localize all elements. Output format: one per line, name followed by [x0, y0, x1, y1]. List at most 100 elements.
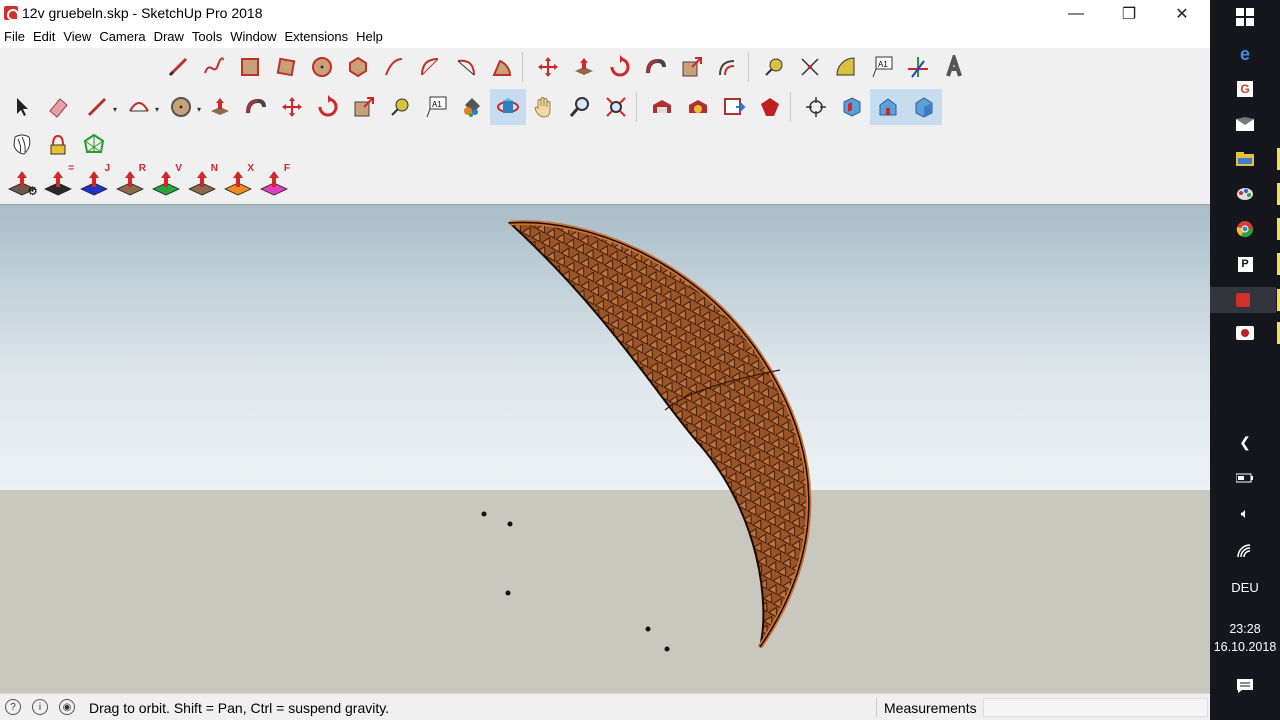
- measurements-label: Measurements: [884, 700, 977, 716]
- volume-icon[interactable]: 🔈︎: [1235, 503, 1255, 523]
- menu-window[interactable]: Window: [230, 28, 280, 48]
- menu-camera[interactable]: Camera: [99, 28, 149, 48]
- scale-icon[interactable]: [346, 89, 382, 125]
- pan-icon[interactable]: [526, 89, 562, 125]
- sandbox-smoove-icon[interactable]: [4, 127, 40, 163]
- toolbar-separator: [748, 52, 754, 82]
- jpp-round-icon[interactable]: R: [112, 163, 148, 200]
- jpp-thicken-icon[interactable]: ⚙: [4, 164, 40, 200]
- right-view-icon[interactable]: [906, 89, 942, 125]
- jpp-normal-icon[interactable]: V: [148, 163, 184, 200]
- shell-model[interactable]: [0, 205, 1210, 693]
- scale-icon[interactable]: [674, 49, 710, 85]
- geo-location-icon[interactable]: ?: [5, 699, 21, 715]
- three-point-arc-icon[interactable]: [448, 49, 484, 85]
- sandbox-drape-icon[interactable]: [76, 127, 112, 163]
- jpp-extrude-icon[interactable]: N: [184, 163, 220, 200]
- pie-icon[interactable]: [484, 49, 520, 85]
- zoom-icon[interactable]: [562, 89, 598, 125]
- pushpull-icon[interactable]: [202, 89, 238, 125]
- move-icon[interactable]: [274, 89, 310, 125]
- iso-view-icon[interactable]: [834, 89, 870, 125]
- chrome-browser-icon[interactable]: [1235, 219, 1255, 239]
- minimize-button[interactable]: —: [1050, 0, 1102, 28]
- credits-icon[interactable]: i: [32, 699, 48, 715]
- close-button[interactable]: ✕: [1156, 0, 1208, 28]
- rotate-icon[interactable]: [310, 89, 346, 125]
- title-bar: 12v gruebeln.skp - SketchUp Pro 2018 — ❐…: [0, 0, 1210, 28]
- screen-recorder-icon[interactable]: P: [1235, 254, 1255, 274]
- offset-icon[interactable]: [710, 49, 746, 85]
- clock-time[interactable]: 23:28: [1210, 622, 1280, 636]
- camera-app-icon[interactable]: [1235, 323, 1255, 343]
- pushpull-icon[interactable]: [566, 49, 602, 85]
- zoom-extents-icon[interactable]: [598, 89, 634, 125]
- pencil-icon[interactable]: [160, 49, 196, 85]
- eraser-icon[interactable]: [40, 89, 76, 125]
- modeling-viewport[interactable]: [0, 204, 1210, 693]
- user-account-icon[interactable]: ◉: [59, 699, 75, 715]
- action-center-icon[interactable]: [1235, 676, 1255, 696]
- input-language[interactable]: DEU: [1210, 580, 1280, 595]
- select-icon[interactable]: [4, 89, 40, 125]
- followme-icon[interactable]: [238, 89, 274, 125]
- jpp-undo-icon[interactable]: X: [220, 163, 256, 200]
- orbit-icon[interactable]: [490, 89, 526, 125]
- polygon-icon[interactable]: [340, 49, 376, 85]
- extension-manager-icon[interactable]: [752, 89, 788, 125]
- arc-icon[interactable]: [376, 49, 412, 85]
- circle-icon[interactable]: [304, 49, 340, 85]
- circle-dropdown-icon[interactable]: ▾: [160, 89, 202, 125]
- front-view-icon[interactable]: [870, 89, 906, 125]
- freehand-icon[interactable]: [196, 49, 232, 85]
- menu-file[interactable]: File: [4, 28, 29, 48]
- file-explorer-icon[interactable]: [1235, 149, 1255, 169]
- edge-browser-icon[interactable]: e: [1235, 44, 1255, 64]
- protractor-icon[interactable]: [828, 49, 864, 85]
- followme-icon[interactable]: [638, 49, 674, 85]
- chevron-left-icon[interactable]: ❮: [1235, 432, 1255, 452]
- move-icon[interactable]: [530, 49, 566, 85]
- axes-icon[interactable]: [900, 49, 936, 85]
- clock-date[interactable]: 16.10.2018: [1210, 640, 1280, 654]
- two-point-arc-icon[interactable]: [412, 49, 448, 85]
- wifi-icon[interactable]: [1235, 541, 1255, 561]
- sandbox-stamp-icon[interactable]: [40, 127, 76, 163]
- pencil-dropdown-icon[interactable]: ▾: [76, 89, 118, 125]
- measurements-input[interactable]: [983, 698, 1208, 717]
- tape-measure-icon[interactable]: [382, 89, 418, 125]
- battery-icon[interactable]: [1235, 468, 1255, 488]
- extension-warehouse-icon[interactable]: [680, 89, 716, 125]
- rotated-rect-icon[interactable]: [268, 49, 304, 85]
- menu-view[interactable]: View: [63, 28, 95, 48]
- toolbar-drawing-row: A1: [160, 48, 972, 86]
- mail-app-icon[interactable]: [1235, 114, 1255, 134]
- menu-help[interactable]: Help: [356, 28, 387, 48]
- paint-bucket-icon[interactable]: [454, 89, 490, 125]
- arc-dropdown-icon[interactable]: ▾: [118, 89, 160, 125]
- menu-draw[interactable]: Draw: [154, 28, 188, 48]
- paint-app-icon[interactable]: [1235, 184, 1255, 204]
- window-title: 12v gruebeln.skp - SketchUp Pro 2018: [22, 5, 263, 21]
- menu-extensions[interactable]: Extensions: [285, 28, 353, 48]
- rotate-icon[interactable]: [602, 49, 638, 85]
- layout-icon[interactable]: [716, 89, 752, 125]
- sketchup-taskbar-icon[interactable]: [1210, 287, 1276, 313]
- warehouse-icon[interactable]: [644, 89, 680, 125]
- rectangle-icon[interactable]: [232, 49, 268, 85]
- google-app-icon[interactable]: G: [1235, 79, 1255, 99]
- position-camera-icon[interactable]: [798, 89, 834, 125]
- text-icon[interactable]: A1: [418, 89, 454, 125]
- tape-measure-icon[interactable]: [756, 49, 792, 85]
- windows-start-icon[interactable]: [1235, 7, 1255, 27]
- dimension-icon[interactable]: [792, 49, 828, 85]
- menu-tools[interactable]: Tools: [192, 28, 226, 48]
- text-icon[interactable]: A1: [864, 49, 900, 85]
- restore-button[interactable]: ❐: [1103, 0, 1155, 28]
- jpp-joint-icon[interactable]: =: [40, 163, 76, 200]
- 3d-text-icon[interactable]: [936, 49, 972, 85]
- menu-edit[interactable]: Edit: [33, 28, 59, 48]
- jpp-finish-icon[interactable]: F: [256, 163, 292, 200]
- menu-bar: File Edit View Camera Draw Tools Window …: [0, 28, 1210, 48]
- jpp-vector-icon[interactable]: J: [76, 163, 112, 200]
